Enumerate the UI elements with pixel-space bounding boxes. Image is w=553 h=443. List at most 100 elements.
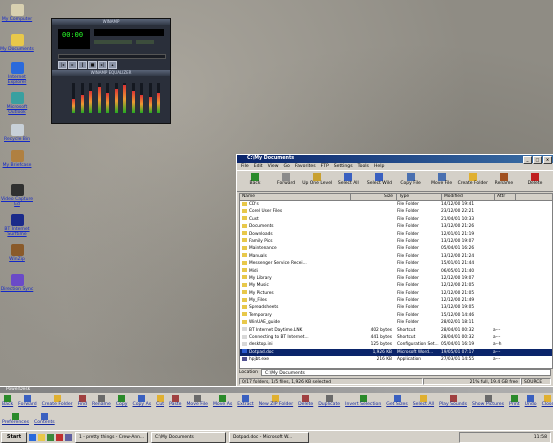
folder-quicklaunch-icon[interactable] <box>38 433 45 441</box>
file-row[interactable]: CD's File Folder 14/12/00 19:41 <box>240 201 552 208</box>
menu-item[interactable]: FTP <box>321 163 329 170</box>
menu-item[interactable]: Settings <box>334 163 353 170</box>
toolbar-button[interactable]: Back <box>240 171 270 191</box>
powerdesk-button[interactable]: Play Sounds <box>439 393 467 411</box>
location-input[interactable]: C:\My Documents <box>261 369 551 376</box>
toolbar-button[interactable]: Move File <box>427 171 457 191</box>
desktop-icon[interactable]: My Documents <box>0 34 34 52</box>
desktop-icon[interactable]: My Computer <box>0 4 34 22</box>
menu-item[interactable]: File <box>241 163 249 170</box>
powerdesk-button[interactable]: Select All <box>413 393 434 411</box>
file-list[interactable]: Name Size Type Modified Attr CD's File Folder… <box>239 193 553 369</box>
file-row[interactable]: My Music File Folder 12/12/00 21:05 <box>240 282 552 289</box>
column-header[interactable]: Type <box>397 194 442 200</box>
menu-item[interactable]: Go <box>284 163 290 170</box>
powerdesk-button[interactable]: Extract <box>237 393 254 411</box>
winamp-seek-bar[interactable] <box>58 54 166 59</box>
window-title[interactable]: C:\My Documents _ □ × <box>237 155 553 164</box>
column-header[interactable]: Attr <box>495 194 516 200</box>
powerdesk-button[interactable]: Back <box>2 393 13 411</box>
powerdesk-button[interactable]: Create Folder <box>42 393 73 411</box>
file-row[interactable]: Messenger Service Recei... File Folder 15/… <box>240 260 552 267</box>
toolbar-button[interactable]: Select All <box>333 171 363 191</box>
toolbar-button[interactable]: Select Wild <box>364 171 394 191</box>
winamp-balance-slider[interactable] <box>136 40 154 44</box>
powerdesk-button[interactable]: Cut <box>156 393 164 411</box>
menu-item[interactable]: Favorites <box>295 163 316 170</box>
file-row[interactable]: hpjbt.exe 216 KB Application 27/03/01 14:55… <box>240 356 552 363</box>
menu-item[interactable]: View <box>268 163 279 170</box>
desktop-icon[interactable]: My Briefcase <box>0 150 34 168</box>
menu-item[interactable]: Help <box>374 163 384 170</box>
start-button[interactable]: Start <box>1 431 27 443</box>
desktop-quicklaunch-icon[interactable] <box>47 433 54 441</box>
file-row[interactable]: Family Pics File Folder 13/12/00 19:07 <box>240 238 552 245</box>
column-header[interactable]: Modified <box>442 194 495 200</box>
prev-icon[interactable]: |◂ <box>58 61 67 69</box>
powerdesk-button[interactable]: New ZIP Folder <box>259 393 293 411</box>
menu-item[interactable]: Edit <box>254 163 263 170</box>
toolbar-button[interactable]: Copy File <box>396 171 426 191</box>
file-row[interactable]: My Pictures File Folder 12/12/00 21:05 <box>240 290 552 297</box>
file-row[interactable]: BT Internet Daytime.LNK 402 bytes Shortcut… <box>240 327 552 334</box>
desktop-icon[interactable]: Internet Explorer <box>0 62 34 85</box>
file-row[interactable]: Temporary File Folder 15/12/00 14:46 <box>240 312 552 319</box>
file-row[interactable]: Connecting to BT Internet... 441 bytes Sho… <box>240 334 552 341</box>
taskbar-task[interactable]: C:\My Documents <box>151 431 226 443</box>
desktop-icon[interactable]: Direction Sync <box>0 274 34 292</box>
desktop-icon[interactable]: Video Capture Ed <box>0 184 34 207</box>
desktop-icon[interactable]: Microsoft Outlook <box>0 92 34 115</box>
powerdesk-button[interactable]: Close <box>542 393 553 411</box>
column-header[interactable]: Name <box>240 194 351 200</box>
file-row[interactable]: Maintenance File Folder 05/04/01 16:26 <box>240 245 552 252</box>
powerdesk-button[interactable]: Contents <box>34 411 55 425</box>
desktop-icon[interactable]: Recycle Bin <box>0 124 34 142</box>
powerdesk-button[interactable]: Forward <box>18 393 37 411</box>
desktop-icon[interactable]: BT Internet Surftime <box>0 214 34 237</box>
file-row[interactable]: Downloads File Folder 12/01/01 21:19 <box>240 231 552 238</box>
minimize-icon[interactable]: _ <box>523 156 532 164</box>
taskbar-task[interactable]: 1 - pretty things - Crew-Ann... <box>75 431 148 443</box>
powerdesk-button[interactable]: Invert Selection <box>345 393 381 411</box>
maximize-icon[interactable]: □ <box>533 156 542 164</box>
file-row[interactable]: Spreadsheets File Folder 13/12/00 19:05 <box>240 304 552 311</box>
stop-icon[interactable]: ■ <box>88 61 97 69</box>
desktop-icon[interactable]: WinZip <box>0 244 34 262</box>
winamp-player[interactable]: WINAMP 00:00 |◂ ▸ ‖ ■ ▸| ▴ WINAMP EQUALI… <box>51 18 171 124</box>
file-row[interactable]: desktop.ini 125 bytes Configuration Set...… <box>240 341 552 348</box>
app-quicklaunch-icon[interactable] <box>56 433 63 441</box>
powerdesk-button[interactable]: Show Pictures <box>472 393 504 411</box>
file-row[interactable]: Documents File Folder 13/12/00 21:26 <box>240 223 552 230</box>
powerdesk-button[interactable]: Paste <box>169 393 181 411</box>
powerdesk-button[interactable]: Rename <box>92 393 111 411</box>
file-row[interactable]: My Library File Folder 12/12/00 19:07 <box>240 275 552 282</box>
powerdesk-button[interactable]: Undo <box>525 393 537 411</box>
ie-quicklaunch-icon[interactable] <box>29 433 36 441</box>
file-row[interactable]: Manuals File Folder 13/12/00 21:24 <box>240 253 552 260</box>
next-icon[interactable]: ▸| <box>98 61 107 69</box>
file-manager-window[interactable]: C:\My Documents _ □ × File Edit View Go Favo… <box>236 154 553 388</box>
toolbar-button[interactable]: Forward <box>271 171 301 191</box>
file-row[interactable]: Corel User Files File Folder 23/12/00 22:2… <box>240 208 552 215</box>
toolbar-button[interactable]: Create Folder <box>458 171 488 191</box>
winamp-equalizer[interactable] <box>58 79 164 119</box>
winamp-volume-slider[interactable] <box>94 40 132 44</box>
pause-icon[interactable]: ‖ <box>78 61 87 69</box>
powerdesk-button[interactable]: Preferences <box>2 411 29 425</box>
app2-quicklaunch-icon[interactable] <box>65 433 72 441</box>
powerdesk-button[interactable]: Move File <box>186 393 208 411</box>
powerdesk-button[interactable]: Get Sizes <box>386 393 408 411</box>
close-icon[interactable]: × <box>543 156 552 164</box>
menu-item[interactable]: Tools <box>358 163 369 170</box>
eject-icon[interactable]: ▴ <box>108 61 117 69</box>
file-row[interactable]: Cust File Folder 21/04/01 10:33 <box>240 216 552 223</box>
powerdesk-button[interactable]: Duplicate <box>318 393 340 411</box>
file-row[interactable]: Midi File Folder 06/05/01 21:40 <box>240 268 552 275</box>
toolbar-button[interactable]: Rename <box>489 171 519 191</box>
column-header[interactable]: Size <box>351 194 397 200</box>
powerdesk-button[interactable]: Find <box>78 393 87 411</box>
file-row[interactable]: Dotpad.doc 1,926 KB Microsoft Word... 19/05… <box>240 348 552 357</box>
powerdesk-button[interactable]: Delete <box>298 393 313 411</box>
file-row[interactable]: WinUAE_guide File Folder 28/02/01 18:11 <box>240 319 552 326</box>
powerdesk-button[interactable]: Copy As <box>132 393 151 411</box>
